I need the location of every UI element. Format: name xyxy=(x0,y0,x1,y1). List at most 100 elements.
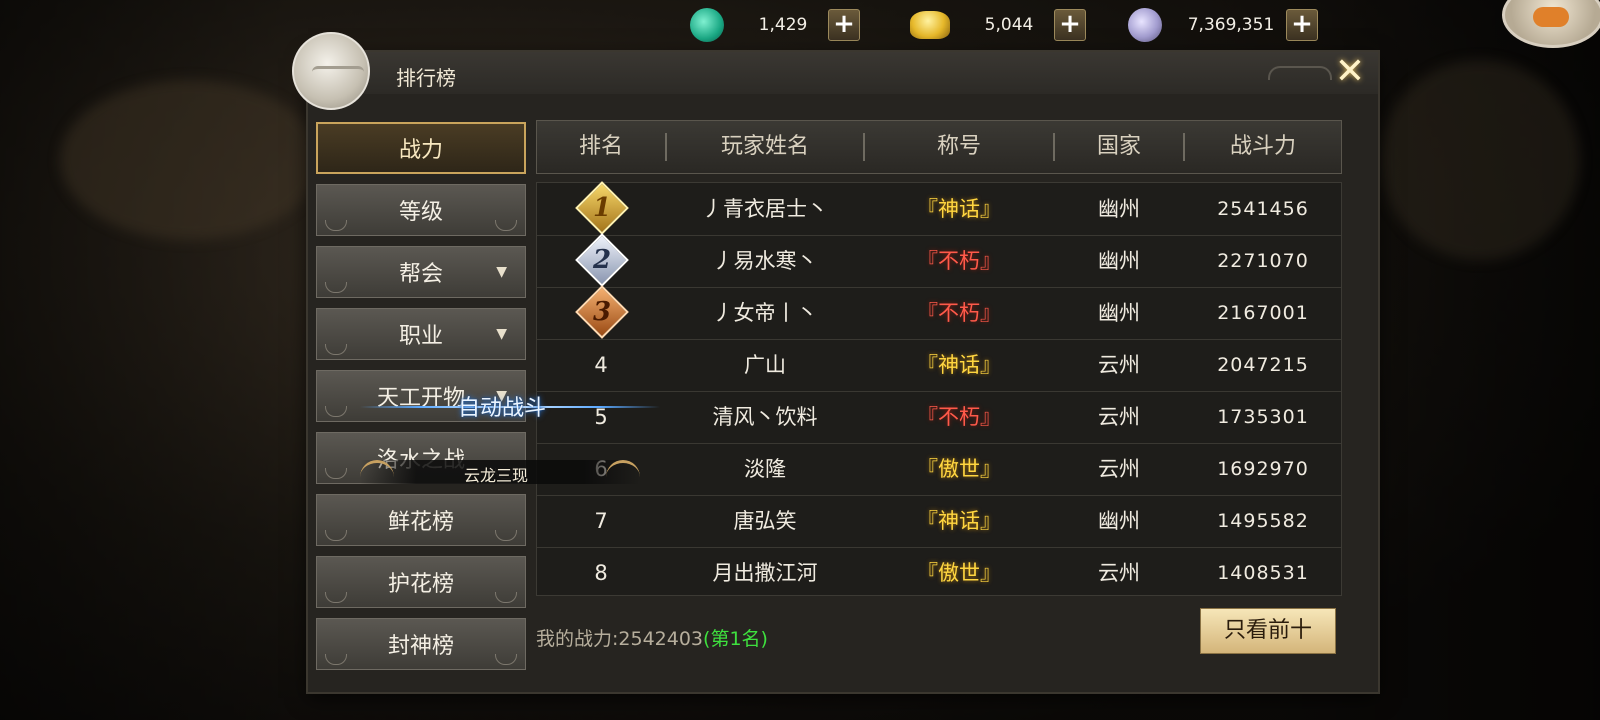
my-power-value: 2542403 xyxy=(618,628,704,650)
player-power: 1735301 xyxy=(1217,406,1309,428)
table-row[interactable]: 4 广山 『神话』 云州 2047215 xyxy=(537,339,1341,392)
gold-amount: 5,044 xyxy=(984,15,1034,35)
jade-currency: 1,429 + xyxy=(690,6,860,44)
player-name: 丿青衣居士丶 xyxy=(702,197,828,221)
sidebar-item-label: 等级 xyxy=(398,200,443,225)
table-row[interactable]: 2 丿易水寒丶 『不朽』 幽州 2271070 xyxy=(537,233,1341,288)
player-country: 幽州 xyxy=(1098,301,1140,325)
sidebar-item-label: 职业 xyxy=(398,324,443,349)
player-name: 月出撒江河 xyxy=(712,561,818,585)
wing-right-icon xyxy=(606,460,640,485)
player-name: 丿易水寒丶 xyxy=(712,249,818,273)
dropdown-arrow-icon: ▼ xyxy=(496,264,507,280)
auto-fight-text: 自动战斗 xyxy=(458,396,547,421)
top-ten-button[interactable]: 只看前十 xyxy=(1200,608,1336,654)
sidebar-item-fengshen[interactable]: 封神榜 xyxy=(316,618,526,670)
player-power: 2271070 xyxy=(1217,250,1309,272)
sidebar-item-label: 鲜花榜 xyxy=(387,510,454,535)
scene-rock xyxy=(1380,60,1580,260)
scene-rock xyxy=(60,80,320,240)
rank-number: 7 xyxy=(594,509,608,533)
player-name: 清风丶饮料 xyxy=(712,405,818,429)
ranking-panel: 排行榜 ✕ 战力 等级 帮会 ▼ 职业 ▼ 天工开物 ▼ 洛水之战 鲜花榜 护花… xyxy=(292,32,1378,692)
add-gold-button[interactable]: + xyxy=(1054,9,1086,41)
player-name: 广山 xyxy=(744,353,786,377)
player-title: 『神话』 xyxy=(917,197,1001,221)
player-country: 幽州 xyxy=(1098,249,1140,273)
header-rank: 排名 xyxy=(578,134,623,159)
my-power-info: 我的战力:2542403(第1名) xyxy=(536,624,768,651)
player-title: 『不朽』 xyxy=(917,405,1001,429)
dropdown-arrow-icon: ▼ xyxy=(496,326,507,342)
sidebar-item-label: 封神榜 xyxy=(387,634,454,659)
rank-number: 2 xyxy=(592,245,612,275)
rank-number: 3 xyxy=(592,297,612,327)
player-title: 『傲世』 xyxy=(917,457,1001,481)
sidebar-item-power[interactable]: 战力 xyxy=(316,122,526,174)
sidebar-item-label: 战力 xyxy=(398,138,443,163)
skill-name: 云龙三现 xyxy=(464,466,529,485)
my-rank: (第1名) xyxy=(703,628,768,650)
close-button[interactable]: ✕ xyxy=(1328,50,1372,94)
player-power: 1495582 xyxy=(1217,510,1309,532)
moon-emblem-icon xyxy=(292,32,370,110)
rank-number: 8 xyxy=(594,561,608,585)
add-silver-button[interactable]: + xyxy=(1286,9,1318,41)
rank-number: 1 xyxy=(592,193,612,223)
silver-coin-icon xyxy=(1128,8,1162,42)
my-power-label: 我的战力: xyxy=(536,628,619,650)
sidebar-item-guild[interactable]: 帮会 ▼ xyxy=(316,246,526,298)
player-country: 云州 xyxy=(1098,561,1140,585)
player-name: 丿女帝丨丶 xyxy=(712,301,818,325)
skill-banner: 云龙三现 xyxy=(360,460,640,485)
panel-title: 排行榜 xyxy=(396,66,456,90)
mascot-icon xyxy=(1533,7,1569,27)
player-country: 幽州 xyxy=(1098,509,1140,533)
table-row[interactable]: 8 月出撒江河 『傲世』 云州 1408531 xyxy=(537,547,1341,599)
wing-left-icon xyxy=(360,460,394,485)
table-row[interactable]: 6 淡隆 『傲世』 云州 1692970 xyxy=(537,443,1341,496)
ranking-table-body: 1 丿青衣居士丶 『神话』 幽州 2541456 2 丿易水寒丶 『不朽』 幽州… xyxy=(536,181,1342,599)
cloud-deco-icon xyxy=(1268,66,1332,80)
rank-number: 4 xyxy=(594,353,608,377)
player-title: 『不朽』 xyxy=(917,301,1001,325)
sidebar-item-protector[interactable]: 护花榜 xyxy=(316,556,526,608)
jade-coin-icon xyxy=(690,8,724,42)
add-jade-button[interactable]: + xyxy=(828,9,860,41)
player-name: 唐弘笑 xyxy=(733,509,797,533)
silver-amount: 7,369,351 xyxy=(1187,15,1275,35)
player-country: 云州 xyxy=(1098,457,1140,481)
player-power: 2541456 xyxy=(1217,198,1309,220)
table-row[interactable]: 7 唐弘笑 『神话』 幽州 1495582 xyxy=(537,495,1341,548)
gold-ingot-icon xyxy=(910,11,950,39)
player-title: 『神话』 xyxy=(917,509,1001,533)
player-title: 『傲世』 xyxy=(917,561,1001,585)
player-power: 2047215 xyxy=(1217,354,1309,376)
header-title: 称号 xyxy=(936,134,981,159)
player-name: 淡隆 xyxy=(744,457,786,481)
sidebar-item-label: 护花榜 xyxy=(387,572,454,597)
sidebar-item-level[interactable]: 等级 xyxy=(316,184,526,236)
header-country: 国家 xyxy=(1096,134,1141,159)
gold-currency: 5,044 + xyxy=(910,6,1086,44)
player-power: 1692970 xyxy=(1217,458,1309,480)
sidebar-item-label: 帮会 xyxy=(398,262,443,287)
player-country: 云州 xyxy=(1098,405,1140,429)
player-country: 幽州 xyxy=(1098,197,1140,221)
sidebar-item-flower[interactable]: 鲜花榜 xyxy=(316,494,526,546)
ranking-table-header: 排名 玩家姓名 称号 国家 战斗力 xyxy=(536,120,1342,174)
header-power: 战斗力 xyxy=(1229,134,1296,159)
panel-title-bar: 排行榜 ✕ xyxy=(292,32,1378,110)
player-title: 『神话』 xyxy=(917,353,1001,377)
player-country: 云州 xyxy=(1098,353,1140,377)
table-row[interactable]: 1 丿青衣居士丶 『神话』 幽州 2541456 xyxy=(537,181,1341,236)
player-power: 2167001 xyxy=(1217,302,1309,324)
auto-fight-indicator: 自动战斗 xyxy=(360,390,660,424)
silver-currency: 7,369,351 + xyxy=(1128,6,1318,44)
header-player-name: 玩家姓名 xyxy=(720,134,809,159)
sidebar-item-profession[interactable]: 职业 ▼ xyxy=(316,308,526,360)
player-title: 『不朽』 xyxy=(917,249,1001,273)
player-power: 1408531 xyxy=(1217,562,1309,584)
table-row[interactable]: 3 丿女帝丨丶 『不朽』 幽州 2167001 xyxy=(537,285,1341,340)
jade-amount: 1,429 xyxy=(758,15,808,35)
